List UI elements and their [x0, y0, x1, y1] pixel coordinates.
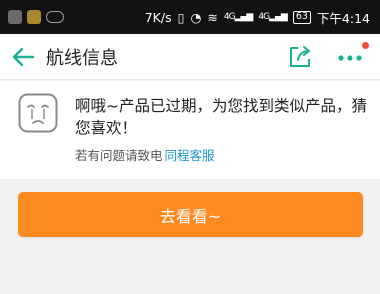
back-arrow-icon	[12, 47, 35, 66]
clock: 下午4:14	[316, 10, 370, 26]
vibrate-icon: ▯	[177, 9, 185, 25]
status-indicators: 7K/s ▯ ◔ ≋ 4G▂▄▆ 4G▂▄▆ 63 下午4:14	[145, 8, 370, 27]
share-icon[interactable]	[286, 43, 314, 71]
network-speed: 7K/s	[144, 9, 172, 25]
help-prefix: 若有问题请致电	[75, 148, 163, 163]
app-notification-icon	[8, 10, 22, 24]
more-icon[interactable]	[333, 46, 367, 70]
battery-icon: 63	[292, 10, 311, 24]
alarm-icon: ◔	[190, 9, 202, 25]
notification-icons	[8, 10, 64, 24]
notification-dot	[362, 42, 369, 49]
app-bar: 航线信息	[0, 34, 380, 80]
back-button[interactable]	[0, 34, 46, 80]
signal-icon: 4G▂▄▆	[258, 12, 287, 22]
app-notification-icon	[27, 10, 41, 24]
chat-notification-icon	[46, 11, 64, 23]
help-line: 若有问题请致电 同程客服	[75, 145, 215, 164]
sad-face-icon	[18, 93, 58, 133]
expired-notice-card: 啊哦~产品已过期，为您找到类似产品，猜您喜欢！ 若有问题请致电 同程客服	[0, 81, 380, 179]
go-see-button[interactable]: 去看看~	[18, 192, 363, 237]
expired-message: 啊哦~产品已过期，为您找到类似产品，猜您喜欢！	[75, 97, 367, 137]
wifi-icon: ≋	[207, 9, 218, 25]
page-title: 航线信息	[46, 47, 118, 69]
signal-icon: 4G▂▄▆	[223, 12, 253, 22]
status-bar: 7K/s ▯ ◔ ≋ 4G▂▄▆ 4G▂▄▆ 63 下午4:14	[0, 0, 380, 34]
customer-service-link[interactable]: 同程客服	[165, 148, 215, 163]
